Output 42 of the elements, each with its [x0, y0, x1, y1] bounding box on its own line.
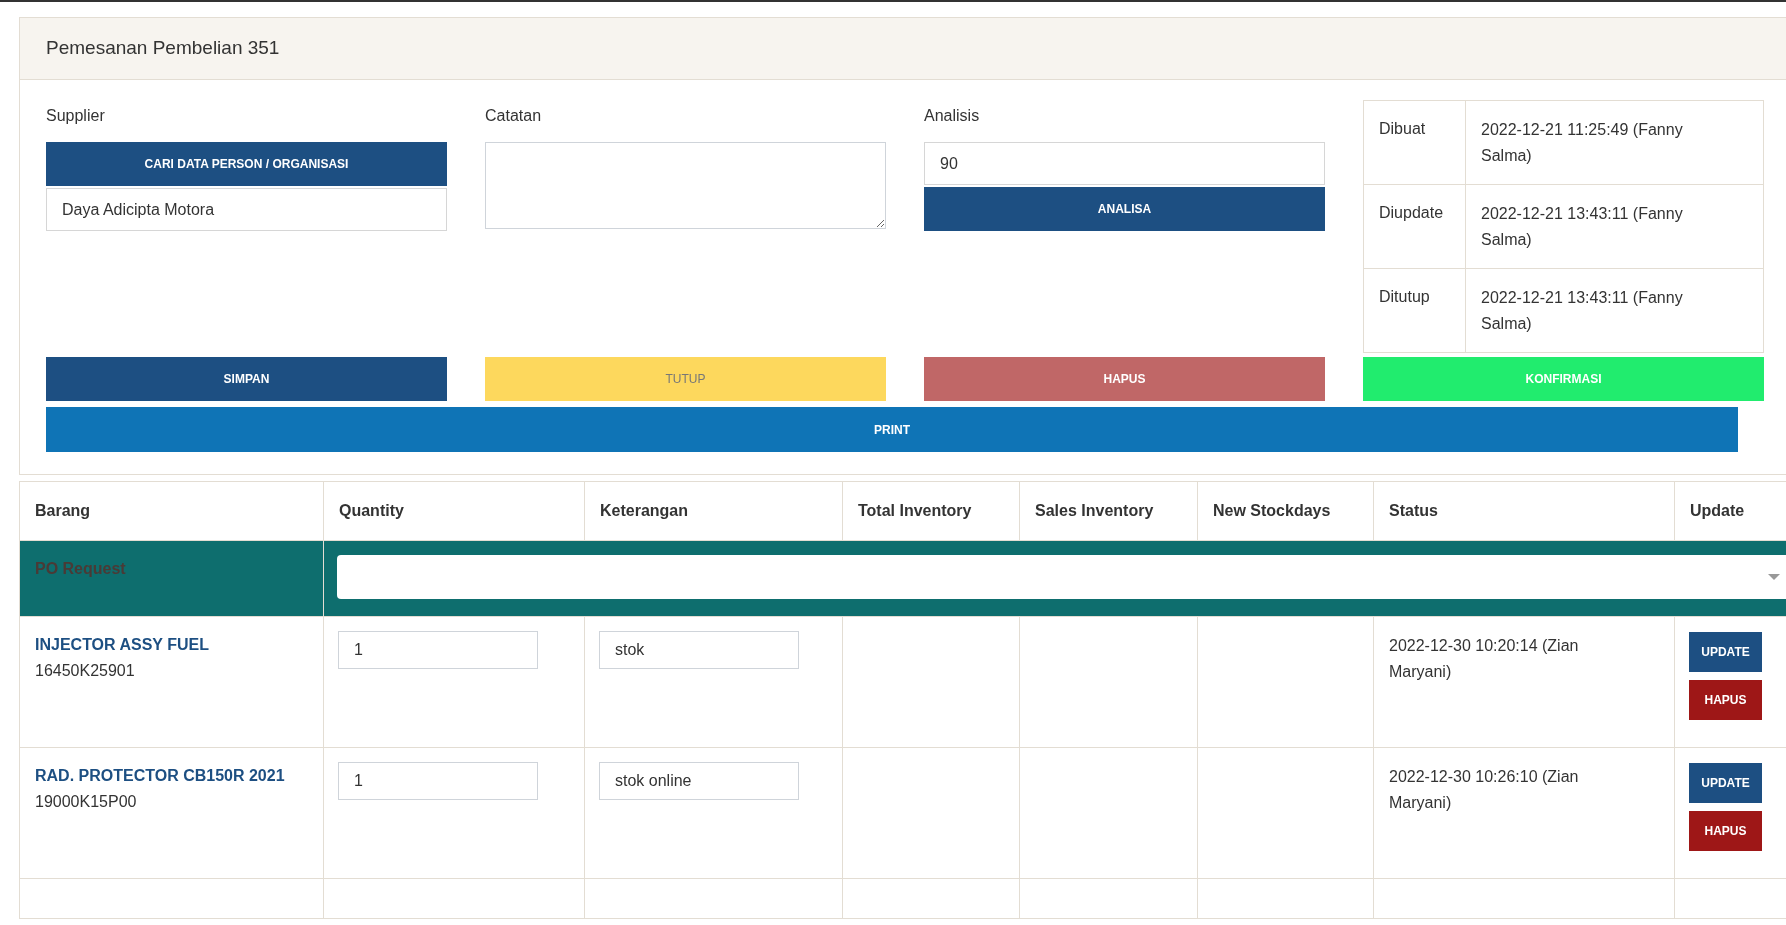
- field-label: Catatan: [485, 106, 543, 126]
- audit-label: Dibuat: [1379, 120, 1426, 137]
- note-field[interactable]: stok: [599, 631, 799, 669]
- delete-button[interactable]: HAPUS: [1689, 680, 1762, 720]
- po-request-label: PO Request: [35, 560, 126, 577]
- update-button[interactable]: UPDATE: [1689, 763, 1762, 803]
- status-text: 2022-12-30 10:20:14 (Zian Maryani): [1389, 637, 1579, 680]
- search-supplier-button[interactable]: CARI DATA PERSON / ORGANISASI: [46, 142, 447, 186]
- quantity-field[interactable]: 1: [338, 631, 538, 669]
- field-label: Supplier: [46, 106, 106, 126]
- status-text: 2022-12-30 10:26:10 (Zian Maryani): [1389, 768, 1579, 811]
- audit-value: 2022-12-21 13:43:11 (Fanny Salma): [1481, 289, 1683, 332]
- item-code: 16450K25901: [35, 661, 136, 681]
- column-header: Status: [1389, 502, 1438, 519]
- column-header: Sales Inventory: [1035, 502, 1154, 519]
- audit-label: Diupdate: [1379, 204, 1444, 221]
- analyze-button[interactable]: ANALISA: [924, 187, 1325, 231]
- audit-label: Ditutup: [1379, 288, 1430, 305]
- caret-icon: [1768, 574, 1780, 580]
- column-header: Quantity: [339, 502, 404, 519]
- delete-button[interactable]: HAPUS: [1689, 811, 1762, 851]
- update-button[interactable]: UPDATE: [1689, 632, 1762, 672]
- print-button[interactable]: PRINT: [46, 407, 1738, 452]
- column-header: Keterangan: [600, 502, 689, 519]
- column-header: Total Inventory: [858, 502, 972, 519]
- column-header: Barang: [35, 502, 91, 519]
- item-code: 19000K15P00: [35, 792, 138, 812]
- panel-title: Pemesanan Pembelian 351: [46, 36, 280, 61]
- item-name[interactable]: INJECTOR ASSY FUEL: [35, 633, 308, 657]
- column-header: Update: [1690, 502, 1745, 519]
- audit-value: 2022-12-21 11:25:49 (Fanny Salma): [1481, 121, 1683, 164]
- delete-button[interactable]: HAPUS: [924, 357, 1325, 401]
- note-field[interactable]: stok online: [599, 762, 799, 800]
- quantity-field[interactable]: 1: [338, 762, 538, 800]
- analysis-field[interactable]: 90: [924, 142, 1325, 185]
- item-name[interactable]: RAD. PROTECTOR CB150R 2021: [35, 764, 308, 788]
- supplier-field[interactable]: Daya Adicipta Motora: [46, 188, 447, 231]
- audit-value: 2022-12-21 13:43:11 (Fanny Salma): [1481, 205, 1683, 248]
- notes-field[interactable]: [485, 142, 886, 229]
- column-header: New Stockdays: [1213, 502, 1331, 519]
- field-label: Analisis: [924, 106, 981, 126]
- save-button[interactable]: SIMPAN: [46, 357, 447, 401]
